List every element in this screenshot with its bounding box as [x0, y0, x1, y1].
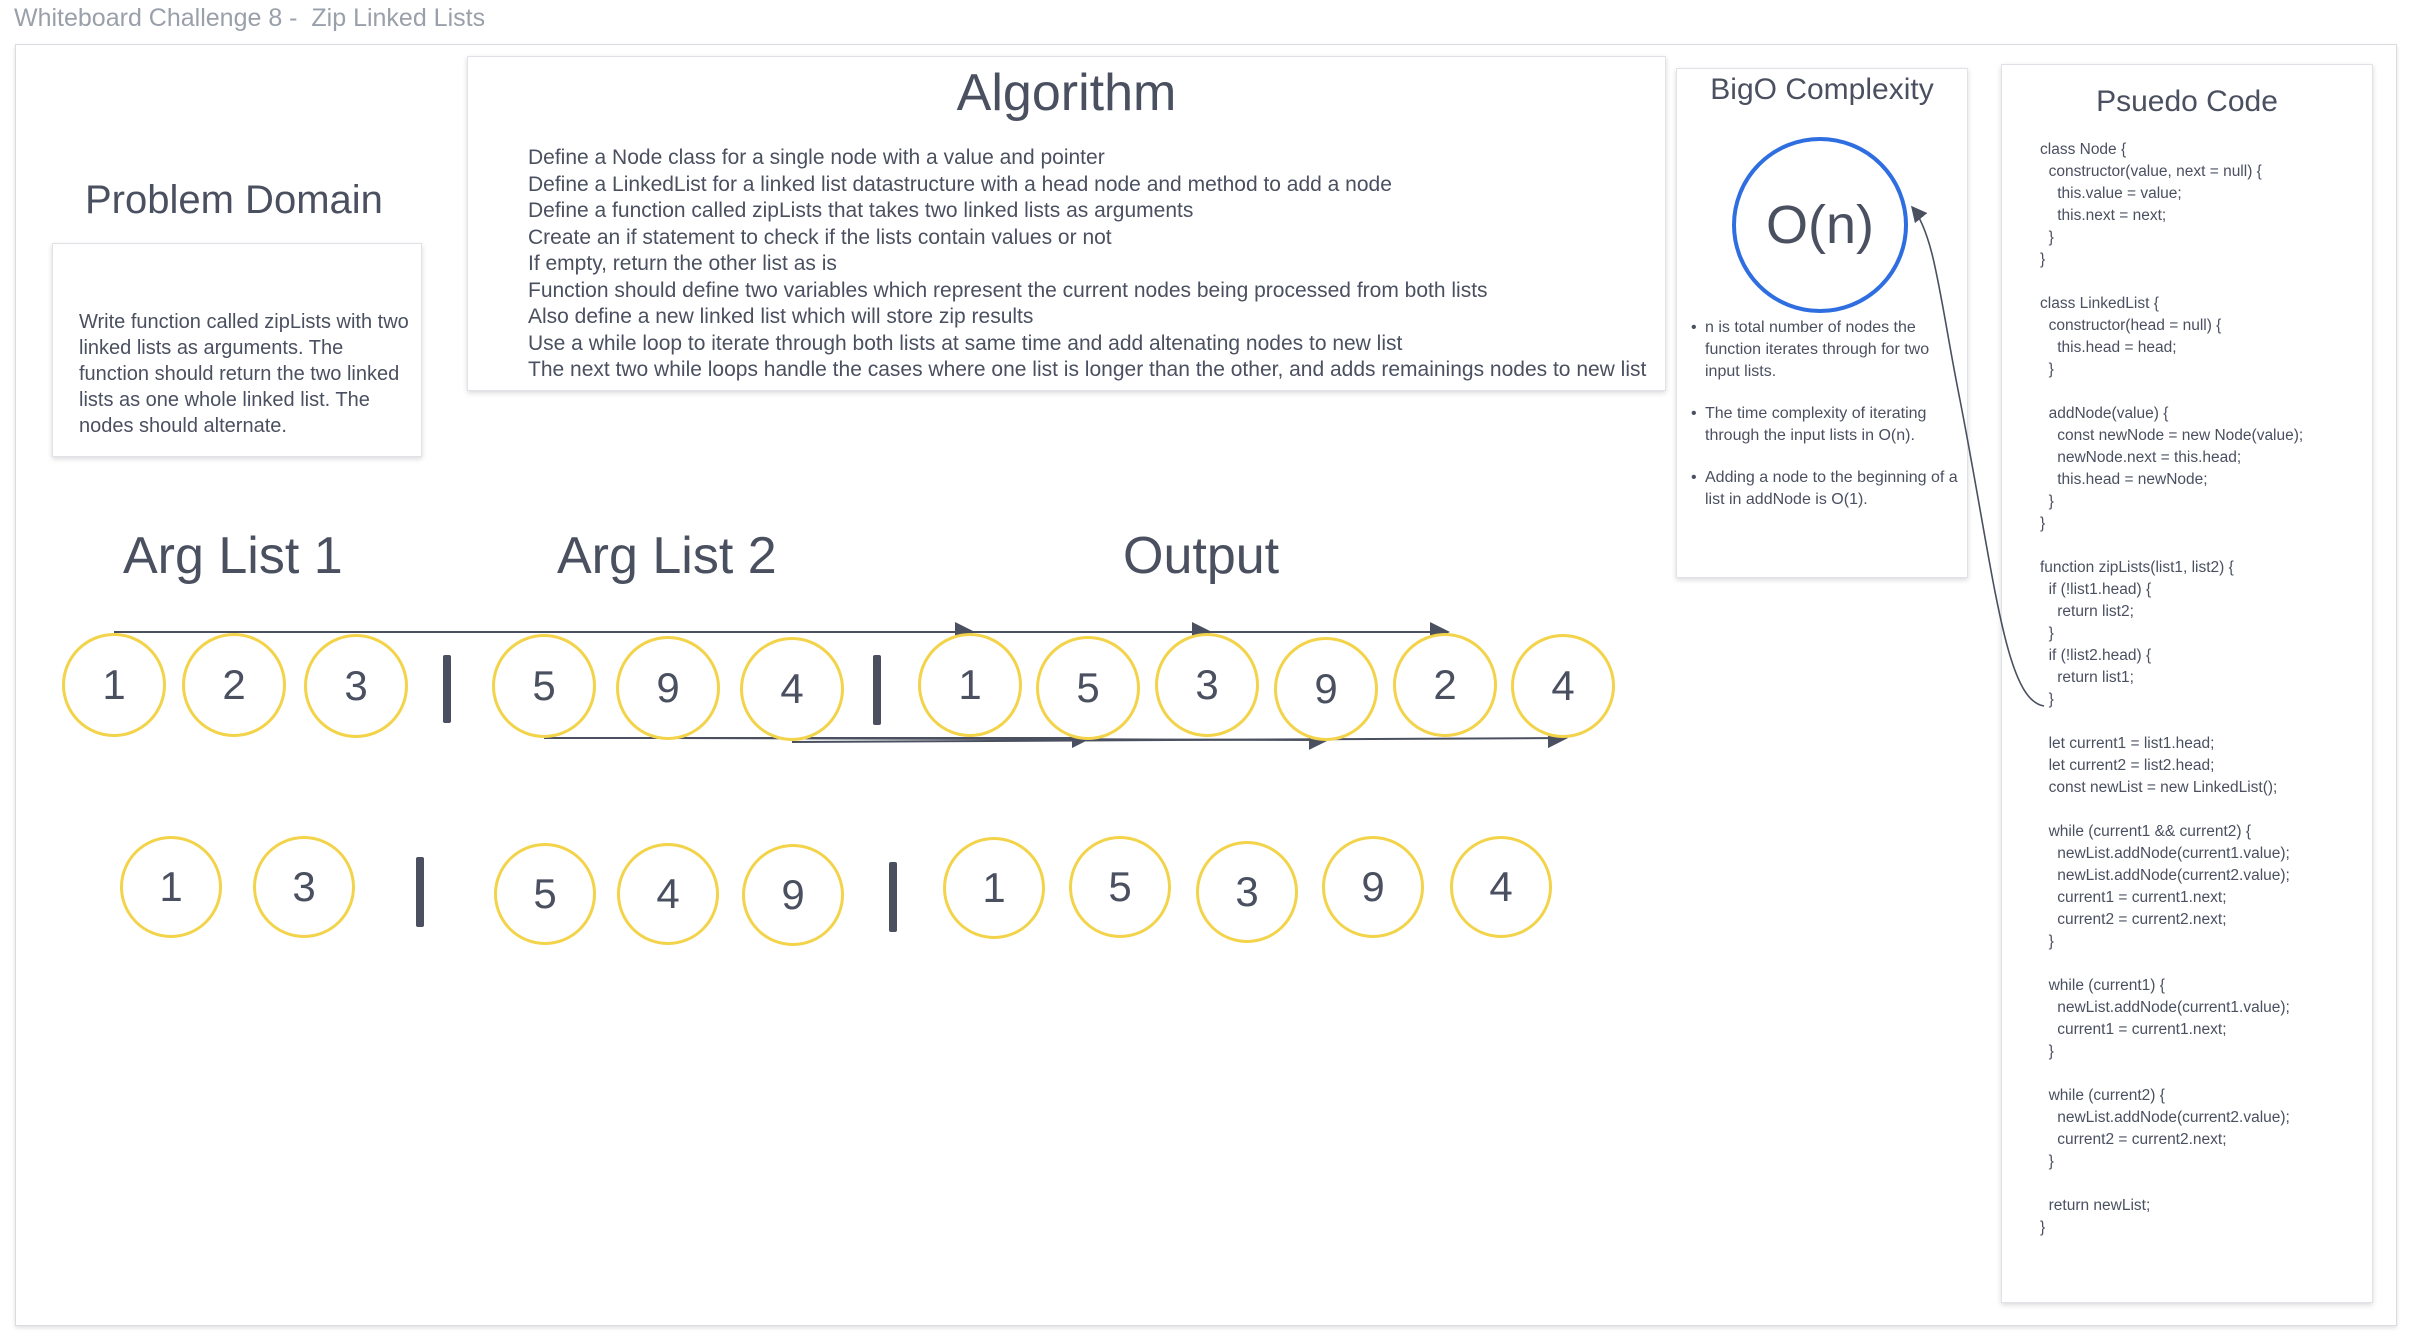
output-node: 4: [1511, 634, 1615, 738]
algorithm-step: Also define a new linked list which will…: [528, 305, 1034, 328]
algorithm-steps: Define a Node class for a single node wi…: [528, 145, 1646, 384]
arg-list-2-node: 5: [492, 634, 596, 738]
pseudo-code-title: Psuedo Code: [2096, 85, 2278, 118]
output-node: 5: [1069, 836, 1171, 938]
output-node: 4: [1450, 836, 1552, 938]
arg-list-1-node: 3: [304, 634, 408, 738]
arg-list-2-node: 4: [740, 637, 844, 741]
output-node: 3: [1155, 633, 1259, 737]
output-node: 1: [943, 837, 1045, 939]
page-title: Whiteboard Challenge 8 - Zip Linked List…: [14, 4, 486, 32]
output-node: 9: [1322, 836, 1424, 938]
list-separator: [889, 862, 897, 932]
problem-domain-heading: Problem Domain: [85, 178, 383, 222]
bigo-circle: O(n): [1732, 137, 1908, 313]
output-node: 9: [1274, 637, 1378, 741]
arg-list-2-node: 4: [617, 843, 719, 945]
bigo-note: The time complexity of iterating through…: [1691, 403, 1961, 447]
bigo-card[interactable]: BigO Complexity O(n) n is total number o…: [1676, 68, 1968, 578]
algorithm-step: The next two while loops handle the case…: [528, 358, 1647, 381]
arg-list-2-node: 9: [742, 844, 844, 946]
bigo-value: O(n): [1766, 195, 1874, 255]
output-label: Output: [1123, 527, 1280, 585]
algorithm-step: Define a function called zipLists that t…: [528, 199, 1194, 222]
output-node: 3: [1196, 841, 1298, 943]
output-node: 1: [918, 633, 1022, 737]
algorithm-step: Create an if statement to check if the l…: [528, 225, 1112, 249]
arg-list-2-node: 5: [494, 843, 596, 945]
bigo-notes: n is total number of nodes the function …: [1691, 317, 1961, 531]
arg-list-1-label: Arg List 1: [123, 527, 343, 585]
arg-list-1-node: 3: [253, 836, 355, 938]
list-separator: [416, 857, 424, 927]
arg-list-2-label: Arg List 2: [557, 527, 777, 585]
bigo-title: BigO Complexity: [1710, 73, 1934, 106]
algorithm-step: Define a LinkedList for a linked list da…: [528, 172, 1392, 196]
problem-domain-text: Write function called zipLists with two …: [79, 311, 409, 437]
algorithm-title: Algorithm: [956, 64, 1177, 122]
output-node: 2: [1393, 633, 1497, 737]
list-separator: [873, 655, 881, 725]
algorithm-card[interactable]: Algorithm Define a Node class for a sing…: [467, 56, 1666, 391]
arg-list-1-node: 1: [120, 836, 222, 938]
pseudo-code-card[interactable]: Psuedo Code class Node { constructor(val…: [2001, 64, 2373, 1303]
algorithm-step: Use a while loop to iterate through both…: [528, 331, 1403, 355]
pseudo-code-block: class Node { constructor(value, next = n…: [2040, 141, 2304, 1236]
algorithm-step: If empty, return the other list as is: [528, 252, 837, 275]
algorithm-step: Function should define two variables whi…: [528, 278, 1488, 302]
problem-domain-card[interactable]: Write function called zipLists with two …: [52, 243, 422, 457]
arg-list-1-node: 1: [62, 633, 166, 737]
bigo-note: n is total number of nodes the function …: [1691, 317, 1961, 383]
arg-list-1-node: 2: [182, 633, 286, 737]
bigo-note: Adding a node to the beginning of a list…: [1691, 467, 1961, 511]
algorithm-step: Define a Node class for a single node wi…: [528, 146, 1105, 169]
output-node: 5: [1036, 636, 1140, 740]
arg-list-2-node: 9: [616, 636, 720, 740]
list-separator: [443, 655, 451, 723]
